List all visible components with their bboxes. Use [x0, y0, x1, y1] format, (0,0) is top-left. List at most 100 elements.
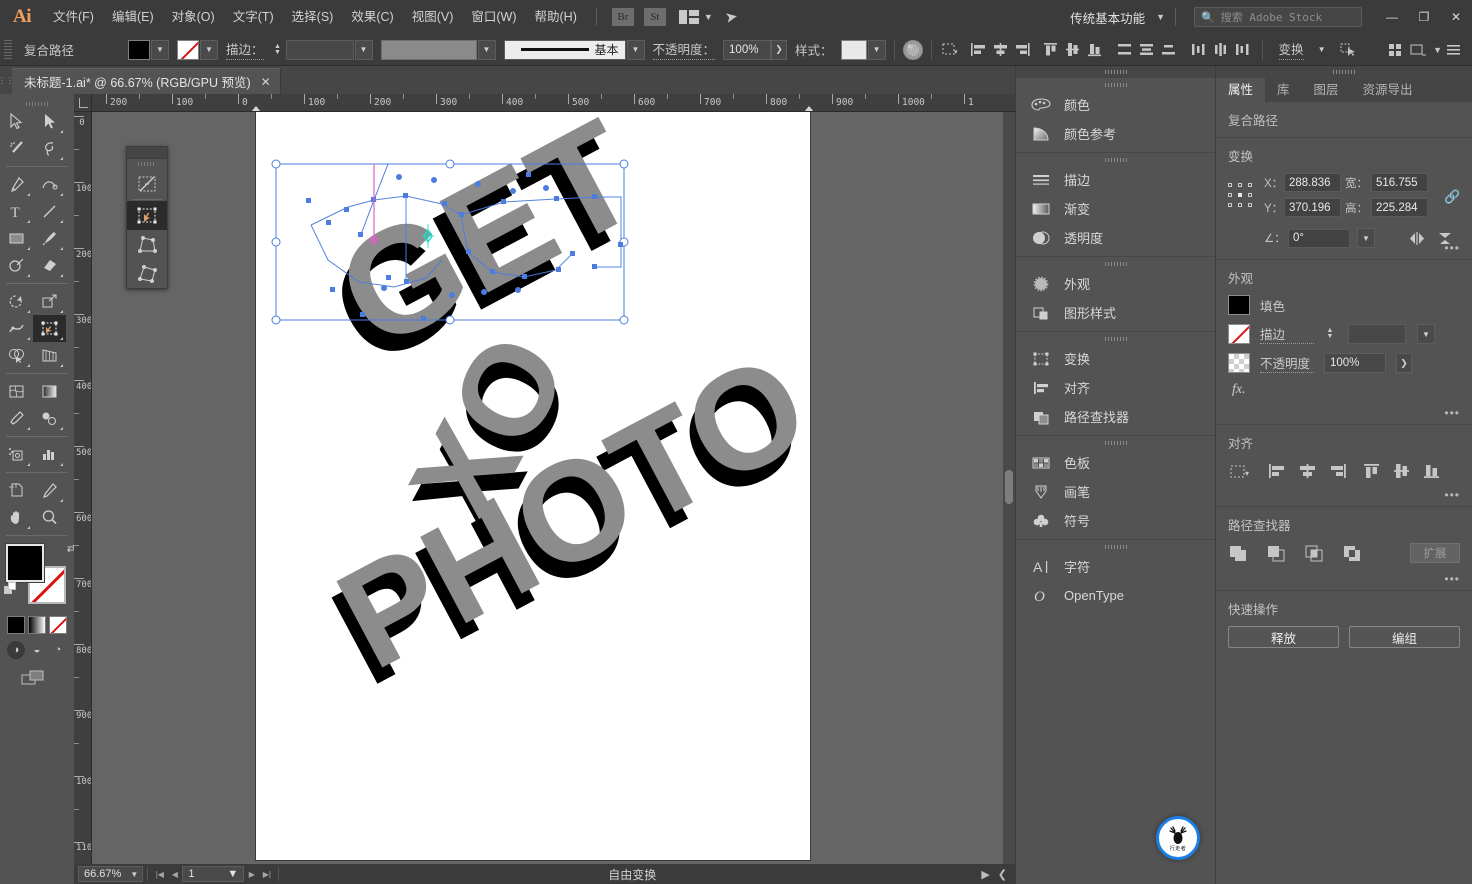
draw-inside-icon[interactable]: ◔: [49, 641, 67, 659]
zoom-tool[interactable]: [33, 504, 66, 531]
free-distort-tool[interactable]: [127, 169, 167, 198]
stroke-weight-chevron-down-icon[interactable]: ▼: [354, 39, 373, 60]
arrange-grid-icon[interactable]: [1384, 39, 1406, 61]
status-play-icon[interactable]: ▶: [981, 868, 989, 881]
stroke-weight-label[interactable]: 描边：: [226, 39, 264, 60]
line-segment-tool[interactable]: [33, 198, 66, 225]
stroke-weight-stepper[interactable]: ▲ ▼: [1324, 324, 1336, 344]
window-minimize-button[interactable]: —: [1376, 0, 1408, 34]
fill-color-control[interactable]: [6, 544, 44, 582]
opacity-expand-icon[interactable]: ❯: [771, 39, 788, 60]
transform-more-options-icon[interactable]: •••: [1444, 241, 1460, 255]
menu-effect[interactable]: 效果(C): [342, 0, 402, 34]
distribute-right-icon[interactable]: [1232, 39, 1254, 61]
align-bottom-icon[interactable]: [1420, 460, 1442, 482]
width-tool[interactable]: [0, 315, 33, 342]
color-mode-button[interactable]: [7, 616, 25, 634]
perspective-grid-tool[interactable]: [33, 342, 66, 369]
appearance-stroke-weight-input[interactable]: [1348, 324, 1406, 344]
tools-panel-grip[interactable]: [0, 100, 74, 108]
selection-tool[interactable]: [0, 108, 33, 135]
none-mode-button[interactable]: [49, 616, 67, 634]
panel-pathfinder[interactable]: 路径查找器: [1016, 402, 1215, 431]
panel-appearance[interactable]: 外观: [1016, 269, 1215, 298]
stroke-weight-chevron-down-icon[interactable]: ▼: [1417, 324, 1435, 344]
angle-input[interactable]: 0°: [1288, 228, 1350, 248]
appearance-opacity-input[interactable]: 100%: [1324, 353, 1386, 373]
arrange-documents-icon[interactable]: [678, 10, 699, 24]
pathfinder-minus-front-icon[interactable]: [1266, 542, 1288, 564]
magic-wand-tool[interactable]: [0, 135, 33, 162]
dock-group-handle[interactable]: [1016, 155, 1215, 165]
scale-tool[interactable]: [33, 288, 66, 315]
tab-libraries[interactable]: 库: [1265, 78, 1302, 102]
canvas-vertical-scrollbar[interactable]: [1003, 112, 1015, 864]
eraser-tool[interactable]: [33, 252, 66, 279]
distribute-center-horizontal-icon[interactable]: [1210, 39, 1232, 61]
screen-mode-icon[interactable]: [20, 669, 48, 689]
status-collapse-icon[interactable]: ❮: [998, 868, 1007, 881]
close-icon[interactable]: ✕: [261, 75, 271, 89]
artboard[interactable]: .gl{ font-family:"Liberation Sans","Deja…: [256, 112, 810, 860]
next-artboard-button[interactable]: ▶: [244, 866, 259, 882]
document-setup-icon[interactable]: [1406, 39, 1428, 61]
panel-color-guide[interactable]: 颜色参考: [1016, 119, 1215, 148]
align-right-icon[interactable]: [1326, 460, 1348, 482]
vertical-ruler[interactable]: 0 100 200 300 400 500 600 700 800 900 10…: [74, 112, 92, 864]
hand-tool[interactable]: [0, 504, 33, 531]
zoom-chevron-down-icon[interactable]: ▼: [126, 867, 142, 881]
artboard-number-select[interactable]: 1 ▼: [182, 866, 245, 882]
free-transform-widget-panel[interactable]: [126, 146, 168, 289]
perspective-distort-tool[interactable]: [127, 230, 167, 259]
panel-stroke[interactable]: 描边: [1016, 165, 1215, 194]
transform-chevron-down-icon[interactable]: ▼: [1313, 40, 1331, 60]
zoom-level-select[interactable]: 66.67% ▼: [78, 866, 144, 882]
appearance-opacity-swatch[interactable]: [1228, 353, 1250, 373]
x-input[interactable]: 288.836: [1284, 173, 1341, 192]
menu-view[interactable]: 视图(V): [403, 0, 463, 34]
eyedropper-tool[interactable]: [0, 405, 33, 432]
menu-object[interactable]: 对象(O): [163, 0, 224, 34]
dock-group-handle[interactable]: [1016, 438, 1215, 448]
tab-bar-grip[interactable]: ⋮⋮: [0, 66, 14, 94]
recolor-artwork-icon[interactable]: [902, 39, 923, 60]
reference-point-selector[interactable]: [1228, 183, 1254, 209]
flip-horizontal-icon[interactable]: [1406, 227, 1428, 249]
align-center-horizontal-icon[interactable]: [1296, 460, 1318, 482]
opacity-label[interactable]: 不透明度: [1260, 353, 1314, 373]
variable-width-profile[interactable]: [380, 39, 477, 60]
appearance-fill-swatch[interactable]: [1228, 295, 1250, 315]
align-center-horizontal-icon[interactable]: [990, 39, 1012, 61]
ruler-corner[interactable]: [74, 94, 92, 112]
rectangle-tool[interactable]: [0, 225, 33, 252]
align-right-icon[interactable]: [1012, 39, 1034, 61]
control-bar-grip[interactable]: [4, 39, 12, 60]
panel-menu-icon[interactable]: [1442, 39, 1464, 61]
workspace-switcher[interactable]: 传统基本功能: [1064, 8, 1151, 27]
style-chevron-down-icon[interactable]: ▼: [867, 39, 886, 60]
release-button[interactable]: 释放: [1228, 626, 1339, 648]
y-input[interactable]: 370.196: [1284, 198, 1341, 217]
default-fill-stroke-icon[interactable]: [4, 582, 17, 595]
curvature-tool[interactable]: [33, 171, 66, 198]
free-transform-selected-tool[interactable]: [127, 201, 167, 230]
panel-transparency[interactable]: 透明度: [1016, 223, 1215, 252]
pathfinder-more-options-icon[interactable]: •••: [1444, 572, 1460, 586]
width-input[interactable]: 516.755: [1371, 173, 1428, 192]
panel-brushes[interactable]: 画笔: [1016, 477, 1215, 506]
dock-group-handle[interactable]: [1016, 334, 1215, 344]
lasso-tool[interactable]: [33, 135, 66, 162]
first-artboard-button[interactable]: |◀: [152, 866, 167, 882]
distribute-center-vertical-icon[interactable]: [1136, 39, 1158, 61]
align-to-selection-icon[interactable]: ▾: [940, 39, 962, 61]
type-tool[interactable]: T: [0, 198, 33, 225]
align-bottom-icon[interactable]: [1084, 39, 1106, 61]
align-top-icon[interactable]: [1360, 460, 1382, 482]
rotate-tool[interactable]: [0, 288, 33, 315]
stroke-label[interactable]: 描边: [1260, 324, 1314, 344]
discover-rocket-icon[interactable]: ➤: [723, 7, 738, 27]
menu-file[interactable]: 文件(F): [44, 0, 103, 34]
tab-properties[interactable]: 属性: [1216, 78, 1266, 102]
stroke-color-swatch[interactable]: [177, 39, 199, 60]
workspace-chevron-down-icon[interactable]: ▼: [1156, 12, 1165, 22]
